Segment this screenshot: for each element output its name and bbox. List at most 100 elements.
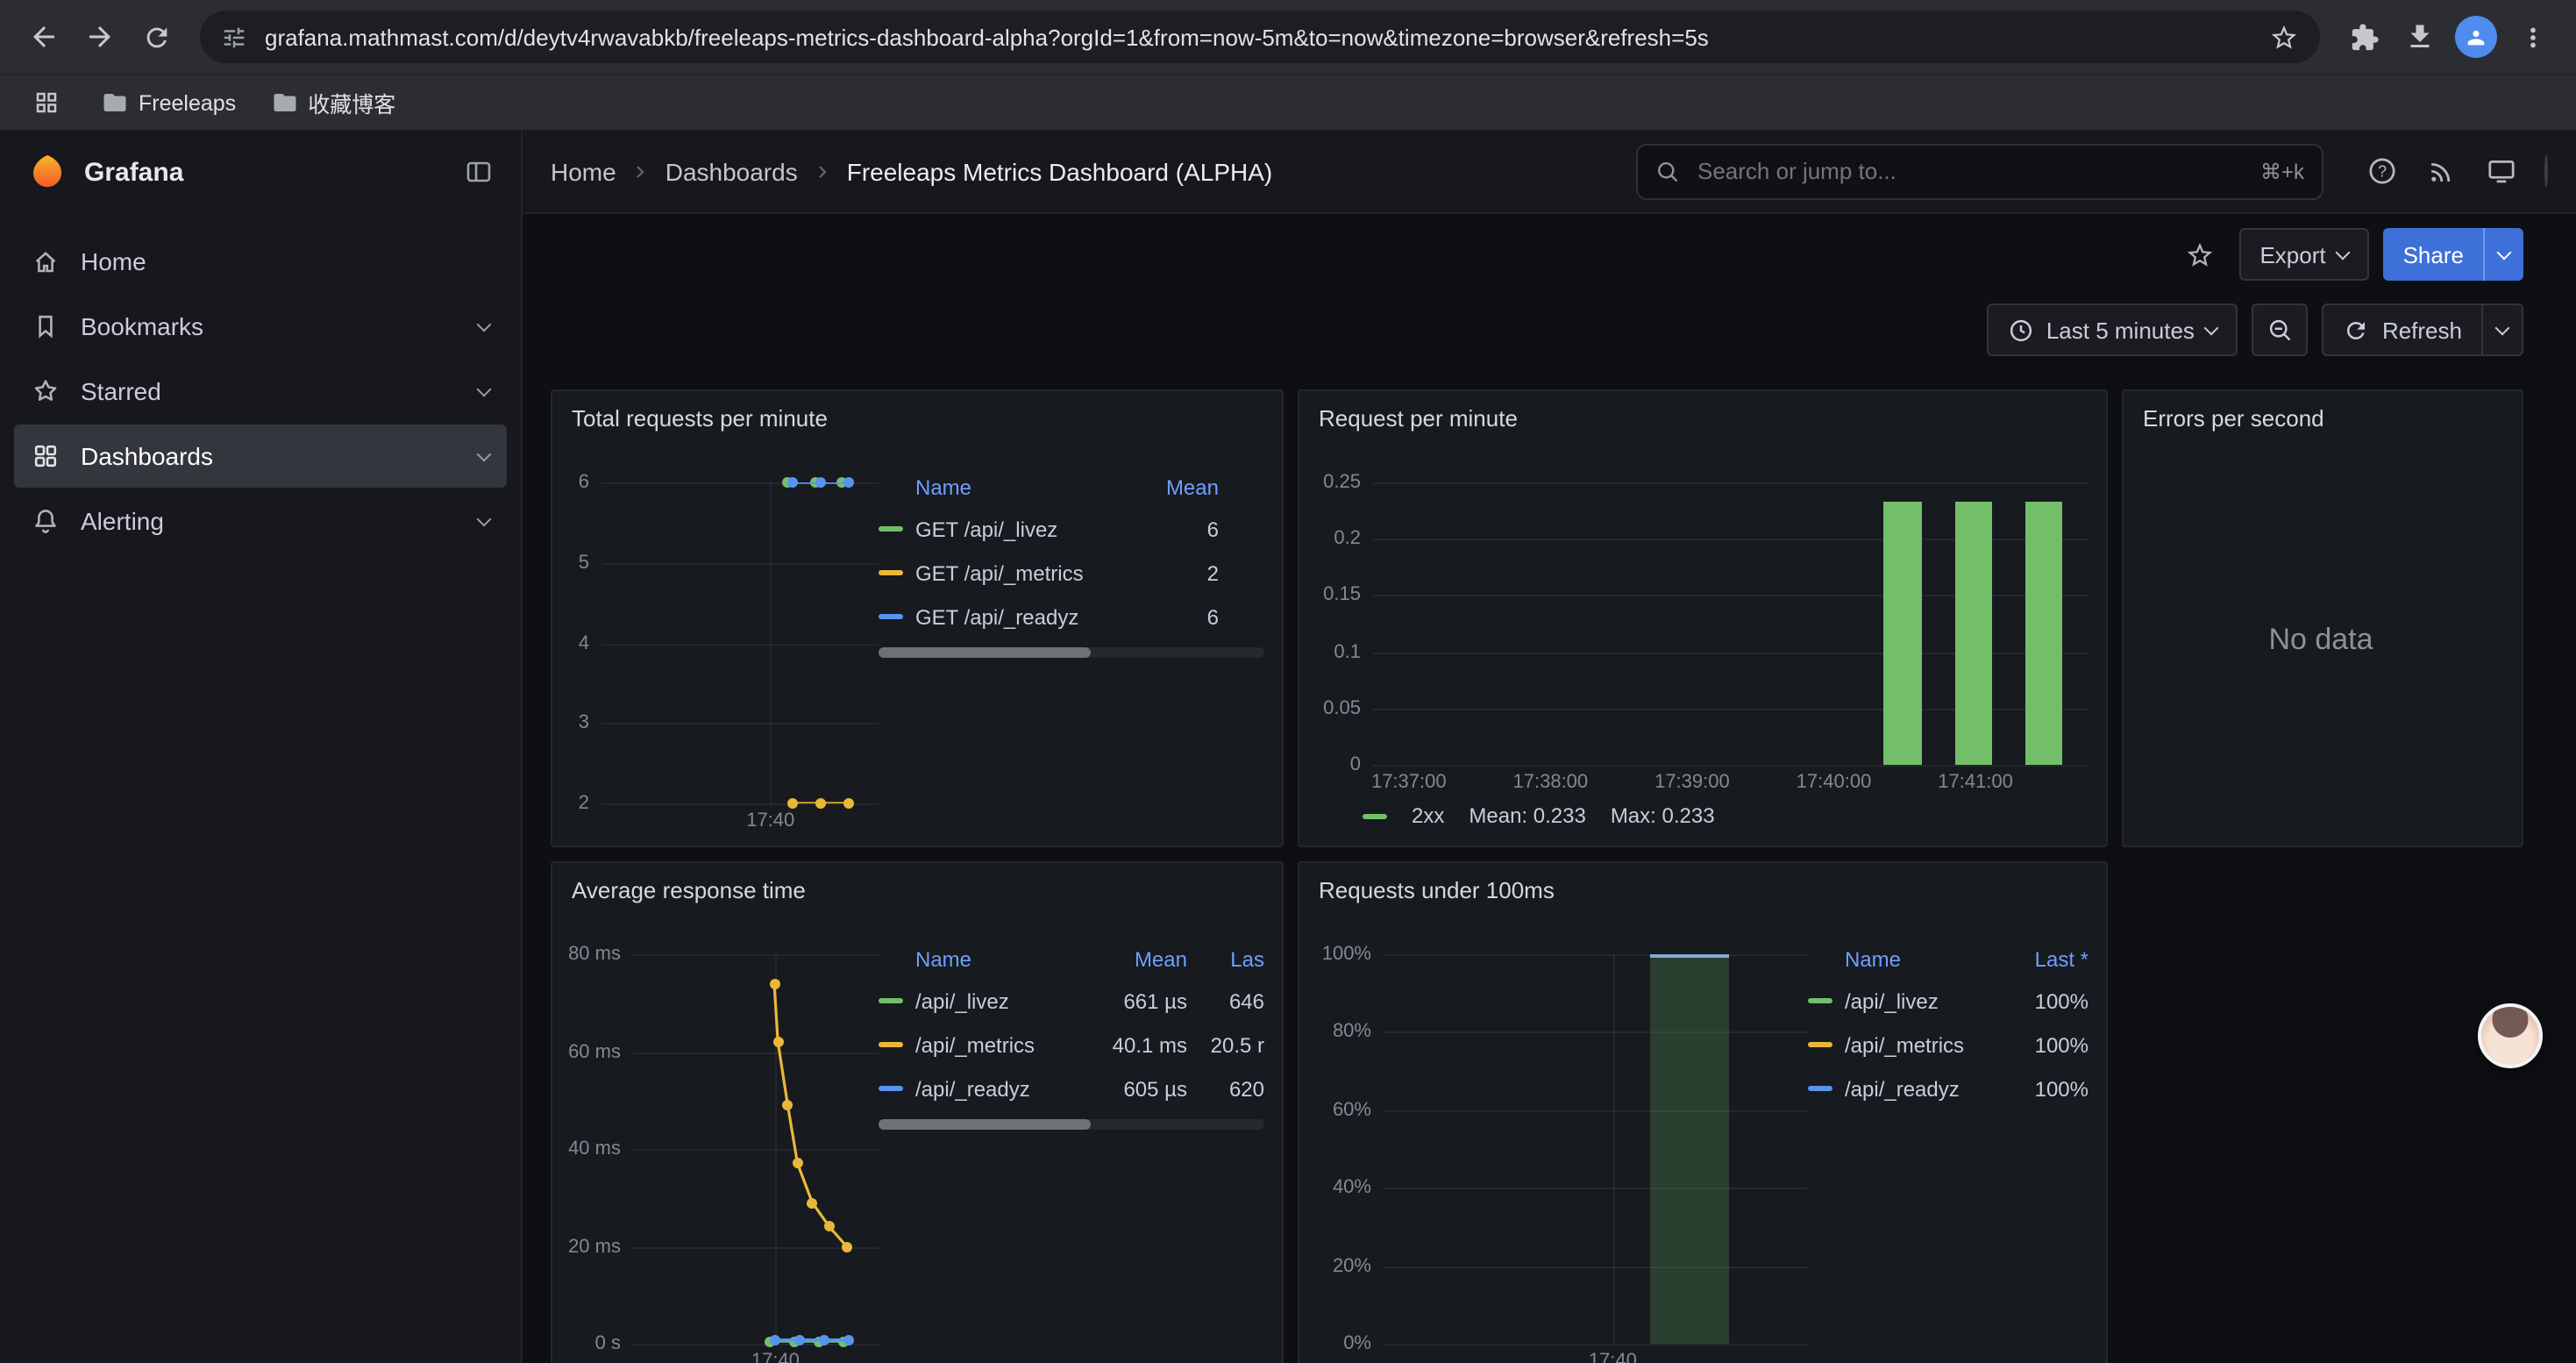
downloads-button[interactable] bbox=[2394, 11, 2446, 63]
browser-menu-button[interactable] bbox=[2506, 11, 2558, 63]
site-settings-icon[interactable] bbox=[221, 24, 247, 50]
dashboards-grid-icon bbox=[32, 442, 60, 470]
bookmark-folder-blogs[interactable]: 收藏博客 bbox=[271, 86, 395, 119]
favorite-star-button[interactable] bbox=[2175, 230, 2224, 279]
breadcrumb-dashboards[interactable]: Dashboards bbox=[665, 157, 798, 185]
scrollbar-thumb[interactable] bbox=[879, 647, 1091, 658]
legend-col-name[interactable]: Name bbox=[1808, 947, 2011, 972]
bookmark-folder-freeleaps[interactable]: Freeleaps bbox=[102, 89, 236, 116]
kiosk-mode-button[interactable] bbox=[2474, 145, 2527, 197]
series-dash bbox=[1808, 1086, 1832, 1091]
legend-item[interactable]: 2xx bbox=[1363, 803, 1444, 828]
share-label: Share bbox=[2403, 241, 2464, 268]
panel-title: Total requests per minute bbox=[572, 404, 828, 431]
download-icon bbox=[2404, 21, 2436, 53]
series-name[interactable]: /api/_metrics bbox=[1845, 1032, 2011, 1057]
under-100ms-chart[interactable]: 100%80%60%40%20%0% 17:40 bbox=[1313, 916, 1808, 1363]
series-name[interactable]: /api/_metrics bbox=[915, 1032, 1096, 1057]
search-input[interactable] bbox=[1694, 156, 2246, 186]
sidebar-item-home[interactable]: Home bbox=[14, 230, 507, 293]
search-bar[interactable]: ⌘+k bbox=[1636, 143, 2323, 199]
legend-col-name[interactable]: Name bbox=[879, 475, 1121, 500]
forward-button[interactable] bbox=[74, 11, 126, 63]
legend-col-name[interactable]: Name bbox=[879, 947, 1096, 972]
panel-header[interactable]: Total requests per minute bbox=[552, 391, 1282, 444]
series-name[interactable]: 2xx bbox=[1412, 803, 1444, 828]
legend-row[interactable]: /api/_metrics 40.1 ms 20.5 r bbox=[879, 1023, 1264, 1067]
series-name[interactable]: /api/_readyz bbox=[1845, 1076, 2011, 1101]
refresh-interval-dropdown[interactable] bbox=[2481, 305, 2522, 354]
time-range-picker[interactable]: Last 5 minutes bbox=[1987, 303, 2238, 356]
legend-row[interactable]: GET /api/_livez 6 bbox=[879, 507, 1264, 551]
sidebar-item-bookmarks[interactable]: Bookmarks bbox=[14, 295, 507, 358]
legend-row[interactable]: GET /api/_metrics 2 bbox=[879, 551, 1264, 595]
chevron-down-icon[interactable] bbox=[477, 446, 492, 461]
chevron-down-icon[interactable] bbox=[477, 317, 492, 332]
help-button[interactable]: ? bbox=[2355, 145, 2408, 197]
legend-scrollbar[interactable] bbox=[879, 647, 1264, 658]
url-input[interactable] bbox=[261, 22, 2255, 52]
news-button[interactable] bbox=[2415, 145, 2467, 197]
time-range-label: Last 5 minutes bbox=[2046, 317, 2195, 343]
series-last: 646 bbox=[1187, 988, 1264, 1013]
panel-header[interactable]: Request per minute bbox=[1299, 391, 2106, 444]
series-name[interactable]: /api/_livez bbox=[915, 988, 1096, 1013]
extensions-button[interactable] bbox=[2338, 11, 2390, 63]
legend-row[interactable]: /api/_livez 661 µs 646 bbox=[879, 979, 1264, 1023]
collapse-sidebar-button[interactable] bbox=[465, 158, 493, 186]
no-data-message: No data bbox=[2138, 444, 2504, 835]
panel-header[interactable]: Requests under 100ms bbox=[1299, 863, 2106, 916]
legend-col-last[interactable]: Las bbox=[1187, 947, 1264, 972]
url-bar[interactable] bbox=[200, 11, 2320, 63]
series-name[interactable]: /api/_readyz bbox=[915, 1076, 1096, 1101]
panel-title: Average response time bbox=[572, 876, 806, 903]
grafana-sidebar: Grafana Home Bookmarks Starred bbox=[0, 130, 523, 1363]
legend-col-last[interactable]: Last * bbox=[2011, 947, 2089, 972]
share-button[interactable]: Share bbox=[2384, 228, 2483, 281]
chevron-down-icon[interactable] bbox=[477, 511, 492, 526]
legend-scrollbar[interactable] bbox=[879, 1119, 1264, 1130]
legend-col-mean[interactable]: Mean bbox=[1096, 947, 1187, 972]
x-axis: 17:37:0017:38:0017:39:0017:40:0017:41:00 bbox=[1373, 765, 2089, 796]
browser-window: Freeleaps 收藏博客 Grafana H bbox=[0, 0, 2576, 1363]
legend-row[interactable]: /api/_livez 100% bbox=[1808, 979, 2089, 1023]
export-button[interactable]: Export bbox=[2238, 228, 2369, 281]
chevron-down-icon[interactable] bbox=[477, 382, 492, 396]
zoom-out-button[interactable] bbox=[2252, 303, 2309, 356]
series-dash bbox=[879, 526, 903, 532]
bookmark-star-icon[interactable] bbox=[2269, 22, 2299, 52]
panel-header[interactable]: Average response time bbox=[552, 863, 1282, 916]
panel-header[interactable]: Errors per second bbox=[2124, 391, 2522, 444]
legend-row[interactable]: GET /api/_readyz 6 bbox=[879, 595, 1264, 639]
total-requests-chart[interactable]: 65432 17:40 bbox=[566, 444, 879, 835]
legend-col-mean[interactable]: Mean bbox=[1121, 475, 1219, 500]
series-name[interactable]: /api/_livez bbox=[1845, 988, 2011, 1013]
user-avatar[interactable] bbox=[2534, 155, 2548, 187]
scrollbar-thumb[interactable] bbox=[879, 1119, 1091, 1130]
apps-grid-button[interactable] bbox=[25, 82, 67, 124]
legend-row[interactable]: /api/_readyz 605 µs 620 bbox=[879, 1067, 1264, 1110]
sidebar-item-alerting[interactable]: Alerting bbox=[14, 489, 507, 553]
panel-title: Request per minute bbox=[1319, 404, 1518, 431]
breadcrumb-home[interactable]: Home bbox=[551, 157, 616, 185]
request-per-minute-chart[interactable]: 0.250.20.150.10.050 17:37:0017:38:0017:3… bbox=[1313, 444, 2089, 796]
panel-request-per-minute: Request per minute 0.250.20.150.10.050 1… bbox=[1298, 389, 2108, 847]
avg-response-chart[interactable]: 80 ms60 ms40 ms20 ms0 s 17:40 bbox=[566, 916, 879, 1363]
sidebar-item-label: Bookmarks bbox=[81, 312, 203, 340]
series-name[interactable]: GET /api/_livez bbox=[915, 517, 1121, 541]
refresh-button[interactable]: Refresh bbox=[2324, 305, 2481, 354]
series-dash bbox=[1363, 813, 1387, 818]
sidebar-item-dashboards[interactable]: Dashboards bbox=[14, 425, 507, 488]
panel-requests-under-100ms: Requests under 100ms 100%80%60%40%20%0% … bbox=[1298, 861, 2108, 1363]
sidebar-item-starred[interactable]: Starred bbox=[14, 360, 507, 423]
series-name[interactable]: GET /api/_readyz bbox=[915, 604, 1121, 629]
back-button[interactable] bbox=[18, 11, 70, 63]
series-name[interactable]: GET /api/_metrics bbox=[915, 560, 1121, 585]
legend-row[interactable]: /api/_readyz 100% bbox=[1808, 1067, 2089, 1110]
assistant-avatar[interactable] bbox=[2478, 1003, 2543, 1068]
reload-button[interactable] bbox=[130, 11, 182, 63]
share-dropdown-button[interactable] bbox=[2483, 228, 2523, 281]
star-icon bbox=[32, 377, 60, 405]
profile-button[interactable] bbox=[2450, 11, 2502, 63]
legend-row[interactable]: /api/_metrics 100% bbox=[1808, 1023, 2089, 1067]
